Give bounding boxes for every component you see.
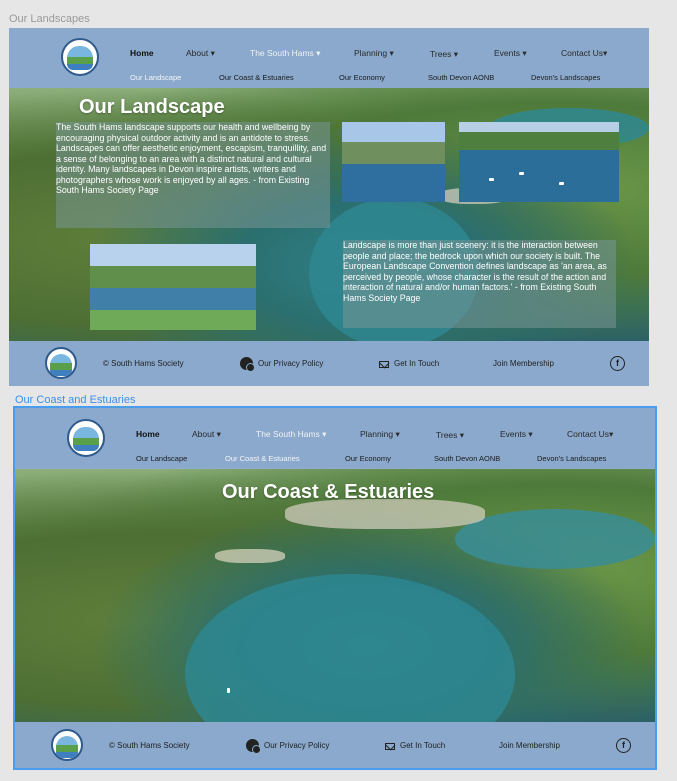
chevron-down-icon: ▾ xyxy=(603,48,608,58)
chevron-down-icon: ▾ xyxy=(389,48,394,58)
nav-trees[interactable]: Trees ▾ xyxy=(436,430,464,441)
mail-icon xyxy=(379,361,389,368)
footer: © South Hams Society Our Privacy Policy … xyxy=(9,341,649,386)
frame-label-coast[interactable]: Our Coast and Estuaries xyxy=(15,394,135,406)
nav-events[interactable]: Events ▾ xyxy=(500,429,533,440)
hero-landscape: Our Landscape The South Hams landscape s… xyxy=(9,88,649,341)
nav-trees[interactable]: Trees ▾ xyxy=(430,49,458,60)
chevron-down-icon: ▾ xyxy=(316,48,321,58)
photo-estuary-3 xyxy=(90,244,256,330)
hero-text-right: Landscape is more than just scenery: it … xyxy=(343,240,616,328)
logo[interactable] xyxy=(61,38,99,76)
privacy-icon xyxy=(246,739,261,754)
frame-coast[interactable]: Home About ▾ The South Hams ▾ Planning ▾… xyxy=(13,406,657,770)
footer-privacy-link[interactable]: Our Privacy Policy xyxy=(258,359,323,368)
header: Home About ▾ The South Hams ▾ Planning ▾… xyxy=(9,28,649,88)
nav-about[interactable]: About ▾ xyxy=(186,48,215,59)
subnav-devon[interactable]: Devon's Landscapes xyxy=(537,454,606,463)
hero-title: Our Landscape xyxy=(79,96,225,118)
header: Home About ▾ The South Hams ▾ Planning ▾… xyxy=(15,408,655,468)
footer-join-link[interactable]: Join Membership xyxy=(499,741,560,750)
footer-logo[interactable] xyxy=(45,347,77,379)
subnav-landscape[interactable]: Our Landscape xyxy=(136,454,187,463)
subnav-coast[interactable]: Our Coast & Estuaries xyxy=(219,73,294,82)
subnav-coast[interactable]: Our Coast & Estuaries xyxy=(225,454,300,463)
chevron-down-icon: ▾ xyxy=(459,430,465,440)
footer-copyright: © South Hams Society xyxy=(103,359,184,368)
chevron-down-icon: ▾ xyxy=(522,48,527,58)
nav-home[interactable]: Home xyxy=(130,48,154,58)
nav-contact[interactable]: Contact Us▾ xyxy=(561,48,607,59)
nav-south-hams[interactable]: The South Hams ▾ xyxy=(250,48,320,59)
nav-planning[interactable]: Planning ▾ xyxy=(354,48,394,59)
subnav-economy[interactable]: Our Economy xyxy=(345,454,391,463)
facebook-icon[interactable]: f xyxy=(616,738,631,753)
footer-contact-link[interactable]: Get In Touch xyxy=(400,741,445,750)
nav-events[interactable]: Events ▾ xyxy=(494,48,527,59)
logo[interactable] xyxy=(67,419,105,457)
subnav-devon[interactable]: Devon's Landscapes xyxy=(531,73,600,82)
nav-contact[interactable]: Contact Us▾ xyxy=(567,429,613,440)
footer-copyright: © South Hams Society xyxy=(109,741,190,750)
facebook-icon[interactable]: f xyxy=(610,356,625,371)
chevron-down-icon: ▾ xyxy=(210,48,215,58)
chevron-down-icon: ▾ xyxy=(609,429,614,439)
chevron-down-icon: ▾ xyxy=(395,429,400,439)
frame-landscapes[interactable]: Home About ▾ The South Hams ▾ Planning ▾… xyxy=(9,28,649,386)
mail-icon xyxy=(385,743,395,750)
nav-planning[interactable]: Planning ▾ xyxy=(360,429,400,440)
hero-title: Our Coast & Estuaries xyxy=(222,481,435,503)
nav-about[interactable]: About ▾ xyxy=(192,429,221,440)
privacy-icon xyxy=(240,357,255,372)
footer-contact-link[interactable]: Get In Touch xyxy=(394,359,439,368)
nav-south-hams[interactable]: The South Hams ▾ xyxy=(256,429,326,440)
chevron-down-icon: ▾ xyxy=(216,429,221,439)
subnav-aonb[interactable]: South Devon AONB xyxy=(428,73,494,82)
chevron-down-icon: ▾ xyxy=(322,429,327,439)
chevron-down-icon: ▾ xyxy=(453,49,459,59)
footer: © South Hams Society Our Privacy Policy … xyxy=(15,722,655,768)
footer-join-link[interactable]: Join Membership xyxy=(493,359,554,368)
subnav-aonb[interactable]: South Devon AONB xyxy=(434,454,500,463)
photo-estuary-1 xyxy=(342,122,445,202)
footer-logo[interactable] xyxy=(51,729,83,761)
hero-text-left: The South Hams landscape supports our he… xyxy=(56,122,330,228)
frame-label-landscapes[interactable]: Our Landscapes xyxy=(9,13,90,25)
subnav-economy[interactable]: Our Economy xyxy=(339,73,385,82)
chevron-down-icon: ▾ xyxy=(528,429,533,439)
nav-home[interactable]: Home xyxy=(136,429,160,439)
photo-estuary-2 xyxy=(459,122,619,202)
hero-coast: Our Coast & Estuaries xyxy=(15,469,655,722)
footer-privacy-link[interactable]: Our Privacy Policy xyxy=(264,741,329,750)
subnav-landscape[interactable]: Our Landscape xyxy=(130,73,181,82)
